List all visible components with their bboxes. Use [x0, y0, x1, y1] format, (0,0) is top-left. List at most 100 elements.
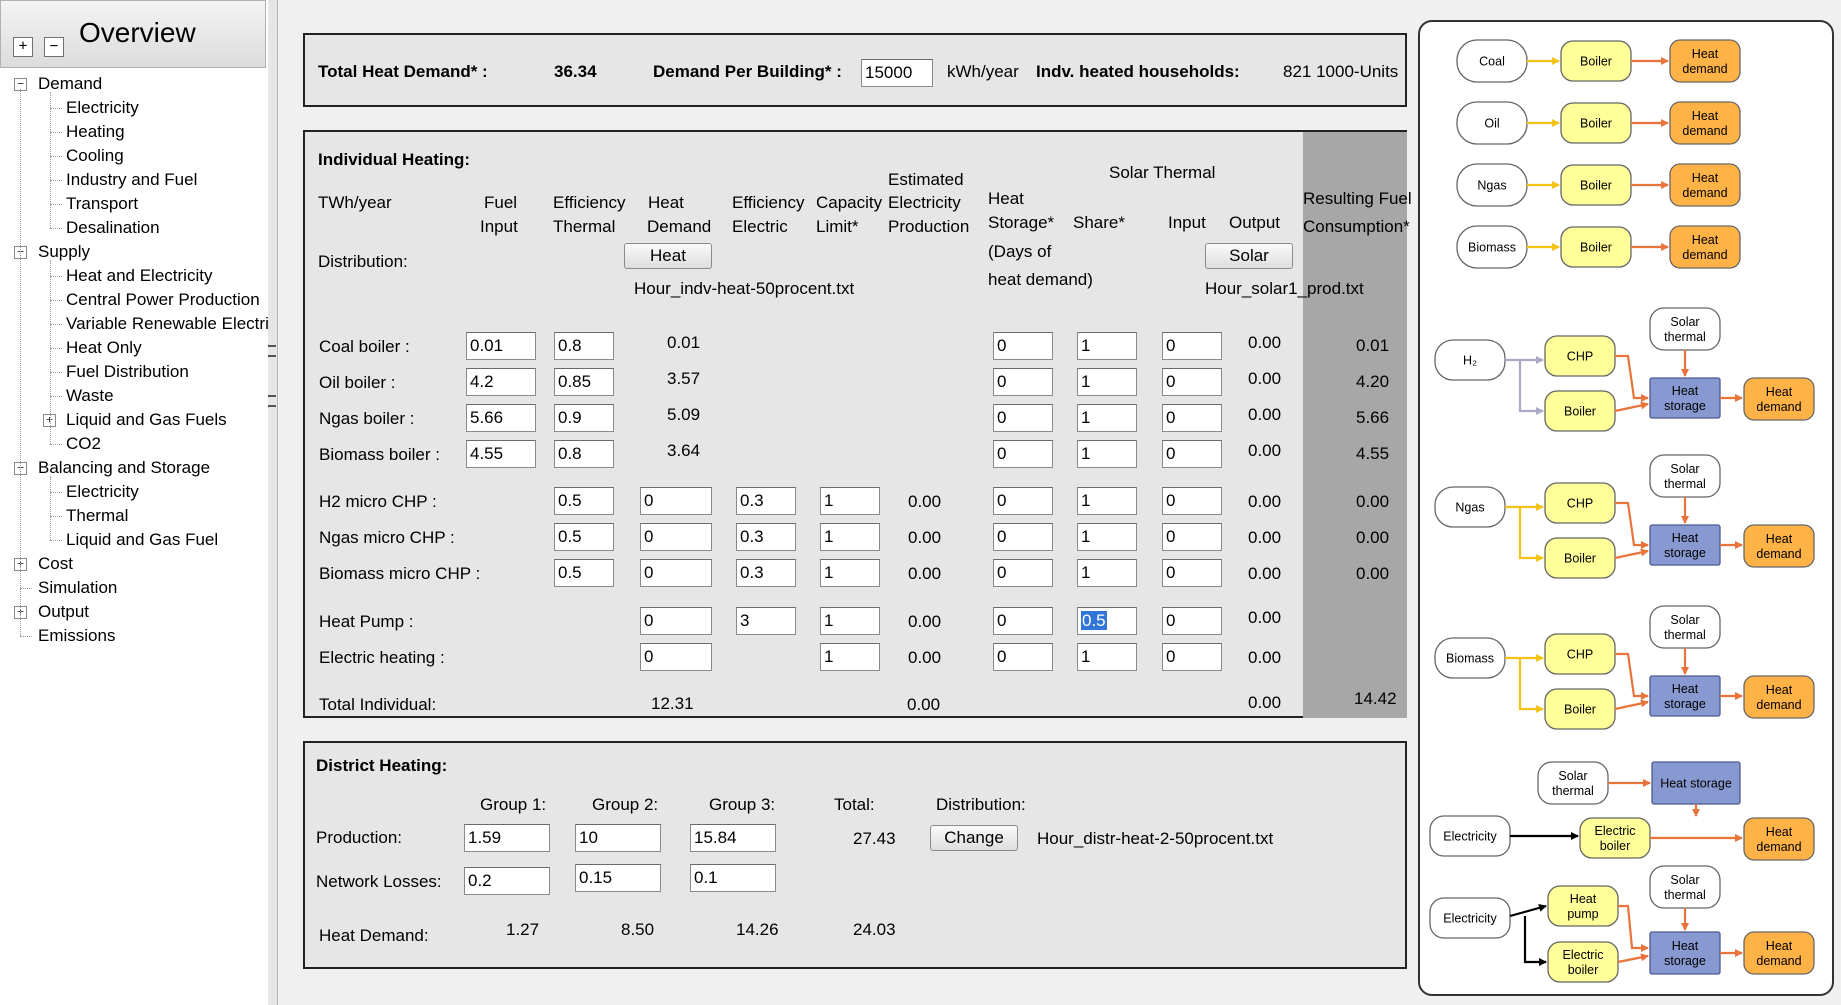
tree-branch-guide: [50, 476, 51, 540]
heat-demand-node: Heatdemand: [1743, 931, 1815, 975]
solar-share-field[interactable]: 1: [1077, 559, 1137, 587]
tree-item-balancing-and-storage[interactable]: Balancing and Storage: [38, 456, 210, 480]
expand-all-button[interactable]: +: [13, 37, 33, 57]
solar-share-field[interactable]: 1: [1077, 523, 1137, 551]
solar-share-field[interactable]: 1: [1077, 404, 1137, 432]
tree-item-central-power-production[interactable]: Central Power Production: [66, 288, 260, 312]
tree-item-output[interactable]: Output: [38, 600, 89, 624]
tree-item-simulation[interactable]: Simulation: [38, 576, 117, 600]
efficiency-thermal-field[interactable]: 0.5: [554, 523, 614, 551]
collapse-all-button[interactable]: −: [44, 37, 64, 57]
tree-item-demand[interactable]: Demand: [38, 72, 102, 96]
efficiency-thermal-field[interactable]: 0.9: [554, 404, 614, 432]
tree-item-waste[interactable]: Waste: [66, 384, 114, 408]
splitter-grip[interactable]: [268, 345, 276, 357]
solar-share-field[interactable]: 1: [1077, 332, 1137, 360]
cop-field[interactable]: 3: [736, 607, 796, 635]
solar-input-field[interactable]: 0: [1162, 368, 1222, 396]
solar-share-field[interactable]: 1: [1077, 368, 1137, 396]
efficiency-thermal-field[interactable]: 0.8: [554, 440, 614, 468]
efficiency-electric-field[interactable]: 0.3: [736, 559, 796, 587]
heat-storage-field[interactable]: 0: [993, 368, 1053, 396]
solar-input-field[interactable]: 0: [1162, 404, 1222, 432]
svg-text:Heat: Heat: [1692, 233, 1719, 247]
tree-item-liquid-and-gas-fuels[interactable]: Liquid and Gas Fuels: [66, 408, 227, 432]
fuel-input-field[interactable]: 4.2: [466, 368, 536, 396]
tree-item-co2[interactable]: CO2: [66, 432, 101, 456]
heat-storage-field[interactable]: 0: [993, 487, 1053, 515]
tree-item-cooling[interactable]: Cooling: [66, 144, 124, 168]
tree-item-supply[interactable]: Supply: [38, 240, 90, 264]
demand-per-building-input[interactable]: 15000: [861, 59, 933, 87]
fuel-input-field[interactable]: 5.66: [466, 404, 536, 432]
capacity-limit-field[interactable]: 1: [820, 487, 880, 515]
tree-item-fuel-distribution[interactable]: Fuel Distribution: [66, 360, 189, 384]
solar-input-field[interactable]: 0: [1162, 523, 1222, 551]
solar-input-field[interactable]: 0: [1162, 440, 1222, 468]
fuel-input-field[interactable]: 4.55: [466, 440, 536, 468]
capacity-limit-field[interactable]: 1: [820, 607, 880, 635]
heat-distribution-button[interactable]: Heat: [624, 243, 712, 269]
tree-item-electricity[interactable]: Electricity: [66, 480, 139, 504]
heat-demand-field[interactable]: 0: [640, 607, 712, 635]
panel-splitter[interactable]: [268, 0, 278, 1005]
heat-storage-field[interactable]: 0: [993, 643, 1053, 671]
capacity-limit-field[interactable]: 1: [820, 523, 880, 551]
tree-item-thermal[interactable]: Thermal: [66, 504, 128, 528]
solar-distribution-button[interactable]: Solar: [1205, 243, 1293, 269]
solar-thermal-node: Solarthermal: [1649, 307, 1721, 351]
solar-input-field[interactable]: 0: [1162, 332, 1222, 360]
efficiency-thermal-field[interactable]: 0.85: [554, 368, 614, 396]
tree-item-variable-renewable-electric[interactable]: Variable Renewable Electric: [66, 312, 277, 336]
efficiency-electric-field[interactable]: 0.3: [736, 487, 796, 515]
losses-group-1-input[interactable]: 0.2: [464, 867, 550, 895]
efficiency-thermal-field[interactable]: 0.8: [554, 332, 614, 360]
svg-text:pump: pump: [1567, 907, 1598, 921]
solar-share-field[interactable]: 1: [1077, 643, 1137, 671]
heat-storage-field[interactable]: 0: [993, 332, 1053, 360]
heat-storage-field[interactable]: 0: [993, 404, 1053, 432]
capacity-limit-field[interactable]: 1: [820, 643, 880, 671]
losses-group-2-input[interactable]: 0.15: [575, 864, 661, 892]
boiler-node: Boiler: [1560, 226, 1632, 268]
heat-storage-field[interactable]: 0: [993, 559, 1053, 587]
heat-storage-field[interactable]: 0: [993, 523, 1053, 551]
efficiency-thermal-field[interactable]: 0.5: [554, 487, 614, 515]
splitter-grip[interactable]: [268, 395, 276, 407]
production-group-2-input[interactable]: 10: [575, 824, 661, 852]
losses-group-3-input[interactable]: 0.1: [690, 864, 776, 892]
tree-item-electricity[interactable]: Electricity: [66, 96, 139, 120]
fuel-input-field[interactable]: 0.01: [466, 332, 536, 360]
tree-item-industry-and-fuel[interactable]: Industry and Fuel: [66, 168, 197, 192]
tree-item-transport[interactable]: Transport: [66, 192, 138, 216]
solar-input-field[interactable]: 0: [1162, 559, 1222, 587]
solar-input-field[interactable]: 0: [1162, 487, 1222, 515]
heat-demand-field[interactable]: 0: [640, 523, 712, 551]
production-group-3-input[interactable]: 15.84: [690, 824, 776, 852]
distribution-label: Distribution:: [318, 252, 408, 271]
efficiency-thermal-field[interactable]: 0.5: [554, 559, 614, 587]
tree-connector: [50, 540, 62, 541]
solar-share-field[interactable]: 1: [1077, 487, 1137, 515]
tree-item-liquid-and-gas-fuel[interactable]: Liquid and Gas Fuel: [66, 528, 218, 552]
capacity-limit-field[interactable]: 1: [820, 559, 880, 587]
solar-input-field[interactable]: 0: [1162, 607, 1222, 635]
heat-demand-field[interactable]: 0: [640, 643, 712, 671]
tree-item-heat-only[interactable]: Heat Only: [66, 336, 142, 360]
tree-item-desalination[interactable]: Desalination: [66, 216, 160, 240]
tree-item-cost[interactable]: Cost: [38, 552, 73, 576]
solar-share-field[interactable]: 0.5: [1077, 607, 1137, 635]
efficiency-electric-field[interactable]: 0.3: [736, 523, 796, 551]
tree-item-heat-and-electricity[interactable]: Heat and Electricity: [66, 264, 212, 288]
solar-share-field[interactable]: 1: [1077, 440, 1137, 468]
svg-text:Electricity: Electricity: [1443, 912, 1497, 926]
heat-demand-field[interactable]: 0: [640, 559, 712, 587]
change-distribution-button[interactable]: Change: [930, 825, 1018, 851]
solar-input-field[interactable]: 0: [1162, 643, 1222, 671]
tree-item-emissions[interactable]: Emissions: [38, 624, 115, 648]
production-group-1-input[interactable]: 1.59: [464, 824, 550, 852]
heat-storage-field[interactable]: 0: [993, 440, 1053, 468]
tree-item-heating[interactable]: Heating: [66, 120, 125, 144]
heat-storage-field[interactable]: 0: [993, 607, 1053, 635]
heat-demand-field[interactable]: 0: [640, 487, 712, 515]
